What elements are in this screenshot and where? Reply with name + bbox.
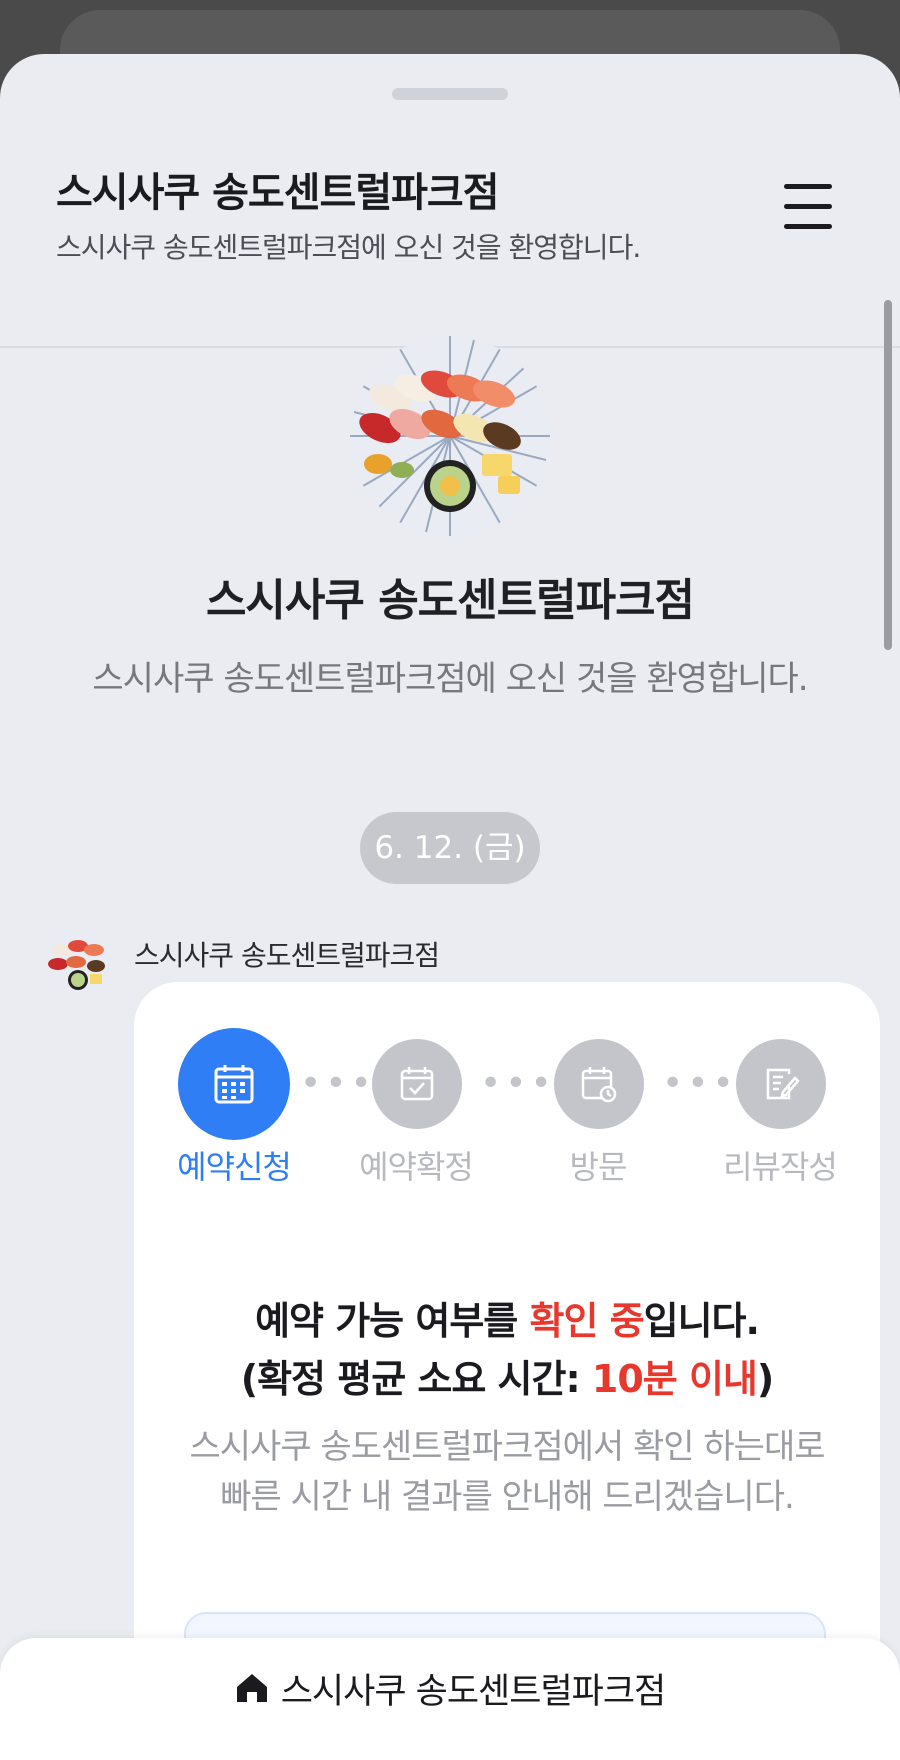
sheet-drag-handle[interactable] xyxy=(392,88,508,100)
calendar-check-icon xyxy=(372,1039,462,1129)
step-label-confirm: 예약확정 xyxy=(359,1148,474,1186)
step-label-review: 리뷰작성 xyxy=(723,1148,838,1186)
calendar-icon xyxy=(178,1028,290,1140)
step-connector: ••• xyxy=(300,1063,376,1104)
restaurant-profile-image xyxy=(350,336,550,536)
sender-avatar xyxy=(44,928,112,996)
bottom-bar: 스시사쿠 송도센트럴파크점 xyxy=(0,1638,900,1760)
reservation-status-text: 예약 가능 여부를 확인 중입니다. (확정 평균 소요 시간: 10분 이내) xyxy=(240,1299,775,1401)
date-divider: 6. 12. (금) xyxy=(360,812,540,884)
step-label-request: 예약신청 xyxy=(177,1148,292,1186)
home-link-label: 스시사쿠 송도센트럴파크점 xyxy=(280,1671,667,1712)
step-label-visit: 방문 xyxy=(569,1148,628,1186)
home-icon xyxy=(236,1674,267,1702)
step-connector: ••• xyxy=(480,1063,556,1104)
reservation-status-card: ••• ••• ••• 예약신청 예약확정 방문 리뷰작성 예약 가능 여부를 … xyxy=(134,982,880,1722)
home-link[interactable]: 스시사쿠 송도센트럴파크점 xyxy=(0,1638,900,1738)
message-sender-name: 스시사쿠 송도센트럴파크점 xyxy=(134,939,440,972)
restaurant-name: 스시사쿠 송도센트럴파크점 xyxy=(205,575,695,626)
calendar-clock-icon xyxy=(554,1039,644,1129)
restaurant-welcome-text: 스시사쿠 송도센트럴파크점에 오신 것을 환영합니다. xyxy=(92,659,808,699)
header-title: 스시사쿠 송도센트럴파크점 xyxy=(56,170,500,216)
bottom-sheet: 스시사쿠 송도센트럴파크점 스시사쿠 송도센트럴파크점에 오신 것을 환영합니다… xyxy=(0,54,900,1760)
hamburger-menu-icon[interactable] xyxy=(780,180,836,232)
reservation-status-description: 스시사쿠 송도센트럴파크점에서 확인 하는대로 빠른 시간 내 결과를 안내해 … xyxy=(189,1427,825,1517)
step-connector: ••• xyxy=(662,1063,738,1104)
review-edit-icon xyxy=(736,1039,826,1129)
header-subtitle: 스시사쿠 송도센트럴파크점에 오신 것을 환영합니다. xyxy=(56,231,641,264)
